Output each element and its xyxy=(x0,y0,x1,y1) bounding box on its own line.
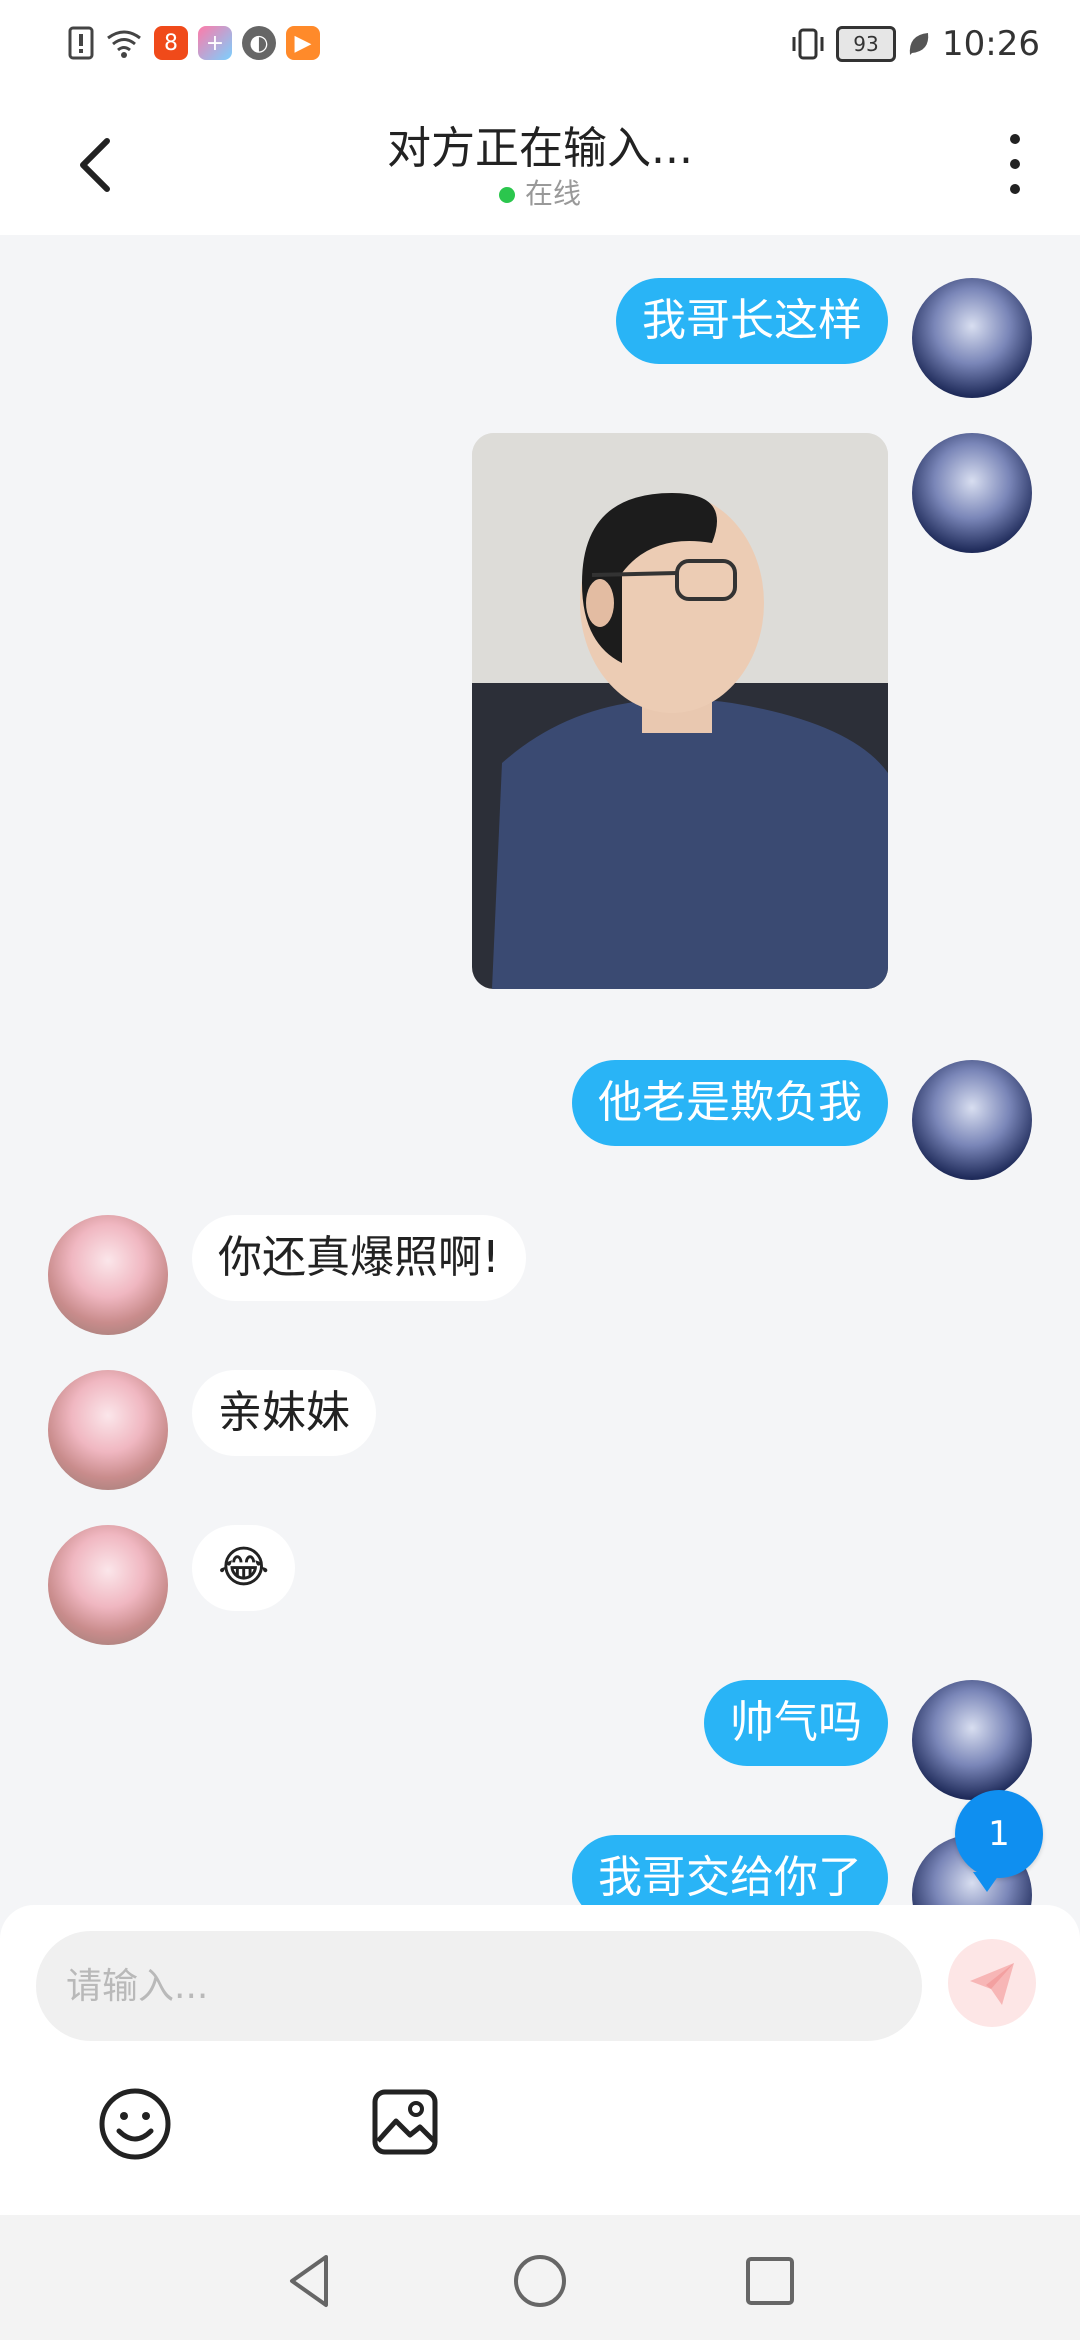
send-icon xyxy=(970,1963,1014,2005)
shared-photo xyxy=(472,433,888,989)
image-icon xyxy=(372,2089,438,2155)
online-status-label: 在线 xyxy=(524,177,581,210)
message-composer xyxy=(0,1905,1080,2215)
sim-alert-icon xyxy=(68,26,94,60)
battery-indicator: 93 xyxy=(836,26,897,62)
chat-header: 对方正在输入... 在线 xyxy=(0,90,1080,235)
status-right: 93 10:26 xyxy=(790,24,1040,64)
system-navigation-bar xyxy=(0,2215,1080,2340)
wifi-icon xyxy=(107,30,141,58)
my-avatar[interactable] xyxy=(912,1060,1032,1180)
nav-home-icon xyxy=(514,2255,566,2307)
peer-avatar[interactable] xyxy=(48,1215,168,1335)
incoming-message[interactable]: 你还真爆照啊! xyxy=(192,1215,526,1301)
outgoing-message[interactable]: 我哥交给你了 xyxy=(572,1835,888,1905)
more-dot xyxy=(1010,184,1020,194)
more-dot xyxy=(1010,159,1020,169)
app-notification-icon: + xyxy=(198,26,232,60)
outgoing-message[interactable]: 我哥长这样 xyxy=(616,278,888,364)
status-icons: 8 + ◐ ▶ xyxy=(68,26,320,60)
peer-avatar[interactable] xyxy=(48,1525,168,1645)
my-avatar[interactable] xyxy=(912,278,1032,398)
clock: 10:26 xyxy=(942,24,1040,64)
leaf-icon xyxy=(909,33,929,55)
status-bar: 8 + ◐ ▶ 93 10:26 xyxy=(0,0,1080,90)
incoming-message[interactable]: 😂 xyxy=(192,1525,296,1611)
nav-back-button[interactable] xyxy=(280,2251,340,2311)
emoji-icon xyxy=(99,2088,171,2160)
chat-title: 对方正在输入... xyxy=(387,123,693,174)
online-status: 在线 xyxy=(0,172,1080,212)
video-app-icon: ▶ xyxy=(286,26,320,60)
peer-avatar[interactable] xyxy=(48,1370,168,1490)
nav-recents-icon xyxy=(746,2257,794,2305)
incoming-message[interactable]: 亲妹妹 xyxy=(192,1370,376,1456)
unread-count-badge[interactable]: 1 xyxy=(955,1790,1043,1892)
send-button[interactable] xyxy=(948,1939,1036,2027)
message-list[interactable]: 我哥长这样 他老是欺负我 你还真爆照啊! 亲妹妹 😂 帅气吗 我哥交给你了 xyxy=(0,235,1080,1905)
more-options-button[interactable] xyxy=(990,134,1040,194)
nav-back-icon xyxy=(290,2255,328,2307)
photo-message[interactable] xyxy=(472,433,888,989)
nav-recents-button[interactable] xyxy=(740,2251,800,2311)
my-avatar[interactable] xyxy=(912,433,1032,553)
nav-home-button[interactable] xyxy=(510,2251,570,2311)
message-input[interactable] xyxy=(36,1931,922,2041)
emoji-button[interactable] xyxy=(98,2087,172,2161)
vibrate-icon xyxy=(792,28,824,60)
more-dot xyxy=(1010,134,1020,144)
app-notification-icon: 8 xyxy=(154,26,188,60)
outgoing-message[interactable]: 帅气吗 xyxy=(704,1680,888,1766)
outgoing-message[interactable]: 他老是欺负我 xyxy=(572,1060,888,1146)
online-dot xyxy=(498,187,515,203)
my-avatar[interactable] xyxy=(912,1680,1032,1800)
image-picker-button[interactable] xyxy=(370,2087,440,2157)
app-notification-icon: ◐ xyxy=(242,26,276,60)
